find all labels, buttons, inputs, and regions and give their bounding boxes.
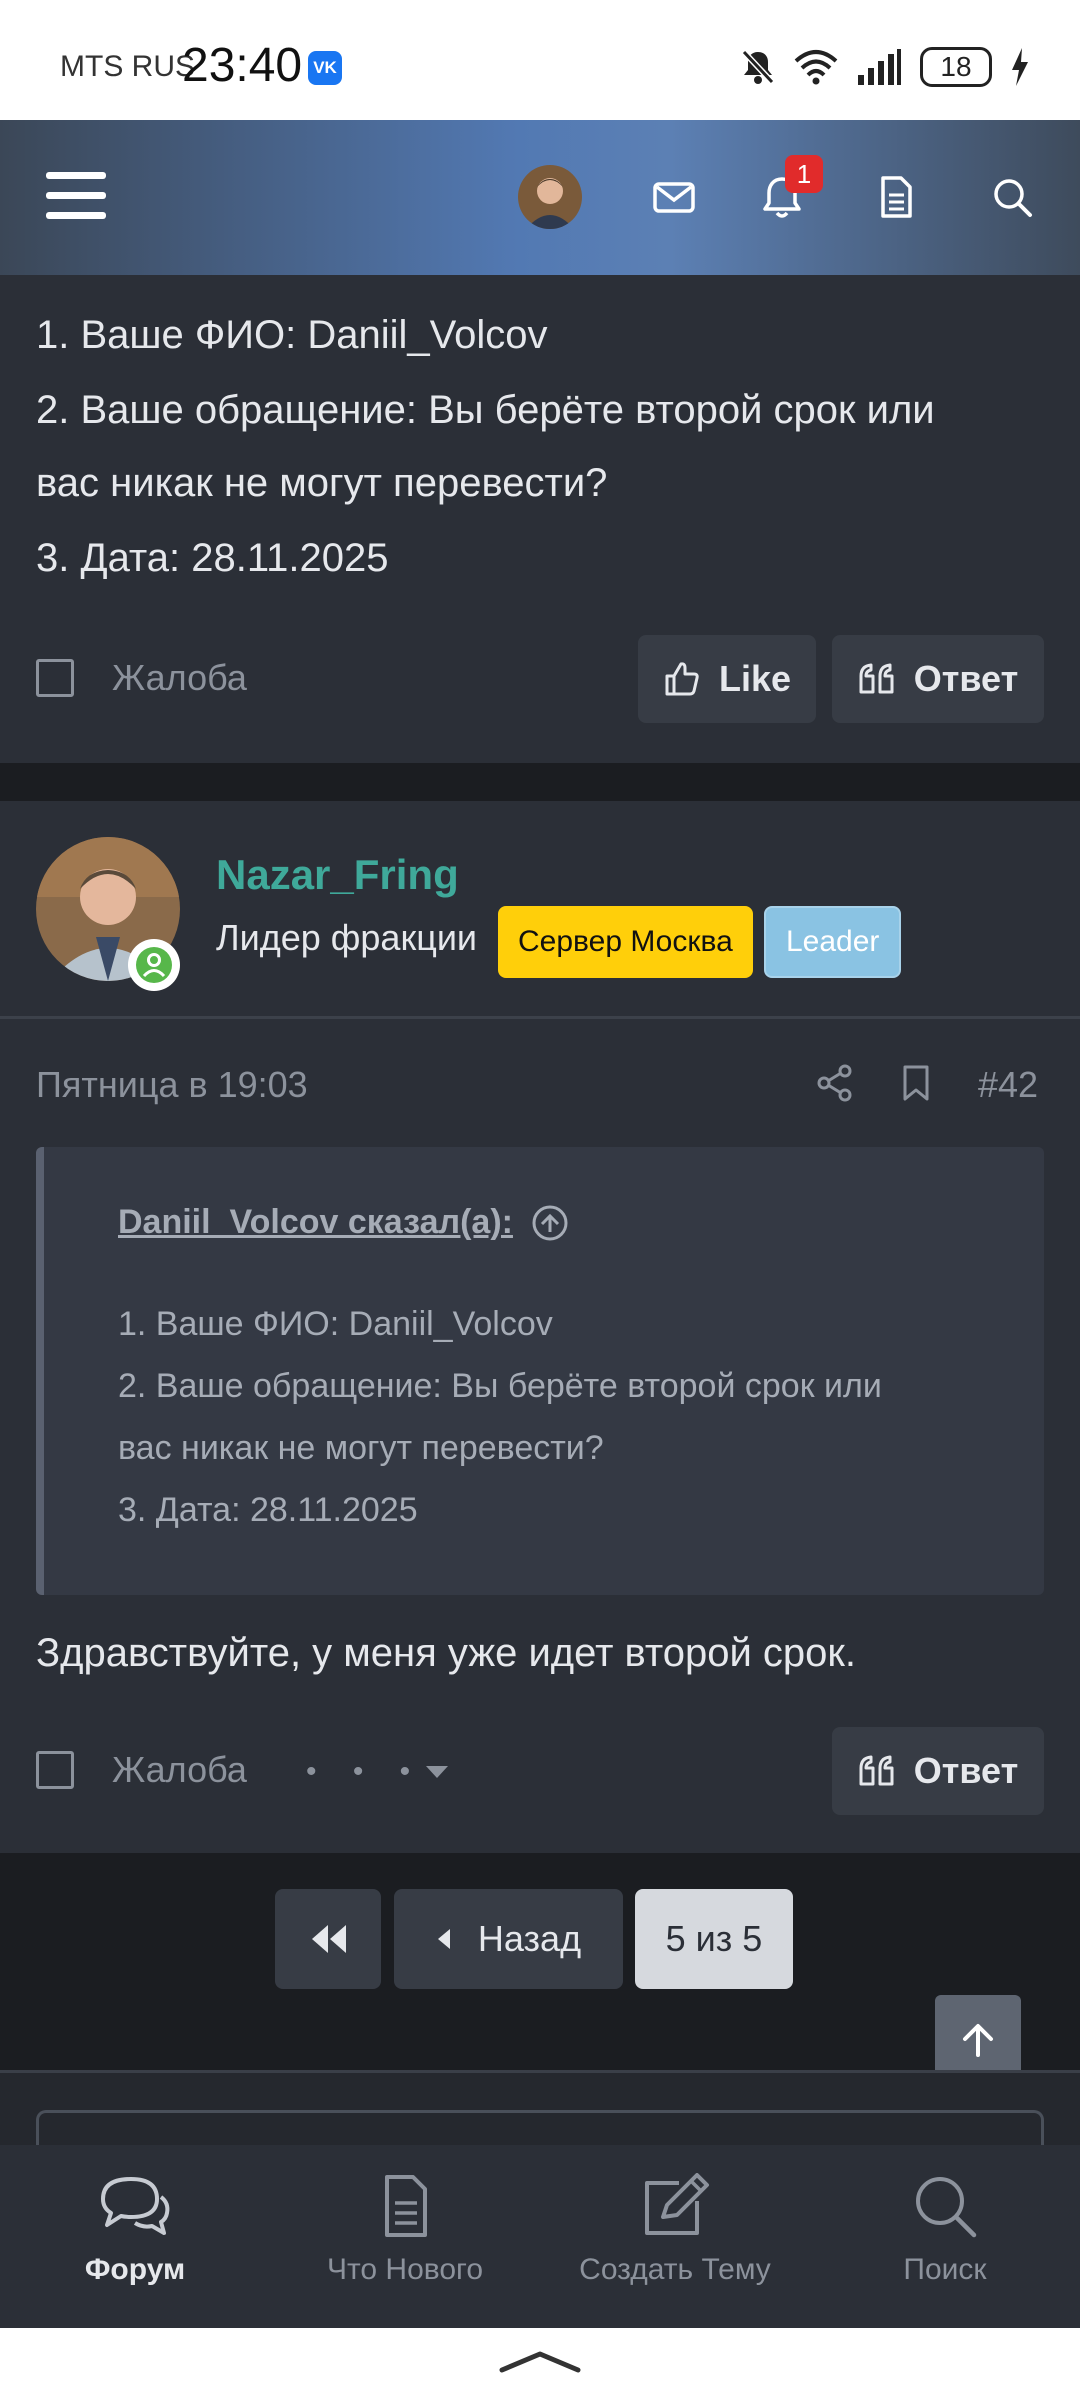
status-icons: 18 <box>740 42 1030 92</box>
user-avatar[interactable] <box>518 165 582 229</box>
nav-item-forum[interactable]: Форум <box>0 2145 270 2328</box>
more-actions-menu[interactable]: • • • <box>306 1755 450 1789</box>
charging-icon <box>1012 48 1028 86</box>
quote-block: Daniil_Volcov сказал(а): 1. Ваше ФИО: Da… <box>36 1147 1044 1595</box>
carrier-label: MTS RUS <box>60 50 195 83</box>
search-icon <box>916 2177 977 2238</box>
nav-label: Поиск <box>903 2253 987 2286</box>
caret-down-icon <box>426 1766 449 1778</box>
current-page-indicator[interactable]: 5 из 5 <box>635 1889 793 1989</box>
wifi-icon <box>794 50 838 85</box>
nav-item-search[interactable]: Поиск <box>810 2145 1080 2328</box>
pagination: Назад 5 из 5 <box>0 1853 1080 2070</box>
chevron-up-icon[interactable] <box>498 2346 582 2376</box>
author-title: Лидер фракции <box>216 917 478 958</box>
vk-app-icon: VK <box>308 51 342 85</box>
post-date-link[interactable]: Пятница в 19:03 <box>36 1064 308 1106</box>
whats-new-icon <box>385 2175 427 2237</box>
post-message: 1. Ваше ФИО: Daniil_Volcov 2. Ваше обращ… <box>0 275 1080 763</box>
online-status-icon <box>128 939 180 991</box>
prev-page-label: Назад <box>477 1918 582 1959</box>
forum-icon <box>101 2177 170 2235</box>
post-body-text: Здравствуйте, у меня уже идет второй сро… <box>36 1631 857 1675</box>
double-chevron-left-icon <box>312 1925 346 1953</box>
reply-label: Ответ <box>913 658 1019 699</box>
quote-text-line: 2. Ваше обращение: Вы берёте второй срок… <box>118 1367 882 1405</box>
prev-page-button[interactable]: Назад <box>394 1889 623 1989</box>
like-button[interactable]: Like <box>638 635 816 723</box>
battery-indicator: 18 <box>920 47 992 87</box>
like-label: Like <box>718 658 792 699</box>
nav-item-whats-new[interactable]: Что Нового <box>270 2145 540 2328</box>
search-icon[interactable] <box>988 173 1036 221</box>
reply-label: Ответ <box>913 1750 1019 1791</box>
quote-icon <box>859 663 894 694</box>
quote-text-line: вас никак не могут перевести? <box>118 1429 604 1467</box>
post-separator <box>0 763 1080 801</box>
select-checkbox[interactable] <box>36 659 74 697</box>
quote-icon <box>859 1755 894 1786</box>
system-gesture-bar <box>0 2328 1080 2388</box>
report-link[interactable]: Жалоба <box>112 1749 247 1791</box>
server-badge: Сервер Москва <box>498 906 753 978</box>
document-icon[interactable] <box>872 173 920 221</box>
jump-up-icon[interactable] <box>531 1204 569 1242</box>
post-message: Nazar_Fring Лидер фракции Сервер Москва … <box>0 801 1080 1853</box>
post-text-line: 1. Ваше ФИО: Daniil_Volcov <box>36 313 548 357</box>
menu-icon[interactable] <box>46 170 106 222</box>
quote-author-label: Daniil_Volcov сказал(а): <box>118 1203 513 1241</box>
notification-badge: 1 <box>785 155 823 193</box>
report-link[interactable]: Жалоба <box>112 657 247 699</box>
create-topic-icon <box>645 2173 709 2235</box>
leader-badge: Leader <box>764 906 902 978</box>
quote-text-line: 1. Ваше ФИО: Daniil_Volcov <box>118 1305 553 1343</box>
nav-label: Форум <box>84 2253 186 2286</box>
author-name-link[interactable]: Nazar_Fring <box>216 851 459 899</box>
share-icon[interactable] <box>815 1063 855 1103</box>
app-header: 1 <box>0 120 1080 275</box>
post-text-line: 2. Ваше обращение: Вы берёте второй срок… <box>36 388 935 432</box>
bookmark-icon[interactable] <box>896 1063 936 1103</box>
status-bar: MTS RUS 23:40 VK 18 <box>0 0 1080 120</box>
arrow-up-icon <box>963 2024 993 2057</box>
thumbs-up-icon <box>665 662 699 696</box>
bottom-navigation: Форум Что Нового Создать Тему Поиск <box>0 2145 1080 2328</box>
dots-icon: • • • <box>306 1755 425 1788</box>
post-text-line: 3. Дата: 28.11.2025 <box>36 536 389 580</box>
caret-left-icon <box>437 1929 450 1949</box>
quote-author-link[interactable]: Daniil_Volcov сказал(а): <box>118 1203 569 1242</box>
post-text-line: вас никак не могут перевести? <box>36 461 608 505</box>
post-author-block: Nazar_Fring Лидер фракции Сервер Москва … <box>0 801 1080 1019</box>
post-number-link[interactable]: #42 <box>978 1064 1038 1106</box>
nav-label: Создать Тему <box>579 2253 771 2286</box>
battery-level: 18 <box>940 51 972 82</box>
mute-bell-icon <box>741 49 775 85</box>
nav-label: Что Нового <box>326 2253 484 2286</box>
mail-icon[interactable] <box>650 173 698 221</box>
first-page-button[interactable] <box>275 1889 381 1989</box>
quote-text-line: 3. Дата: 28.11.2025 <box>118 1491 418 1529</box>
reply-button[interactable]: Ответ <box>832 1727 1044 1815</box>
select-checkbox[interactable] <box>36 1751 74 1789</box>
clock: 23:40 <box>182 39 303 92</box>
reply-button[interactable]: Ответ <box>832 635 1044 723</box>
page-counter: 5 из 5 <box>665 1918 763 1959</box>
nav-item-create-topic[interactable]: Создать Тему <box>540 2145 810 2328</box>
signal-icon <box>858 49 901 85</box>
